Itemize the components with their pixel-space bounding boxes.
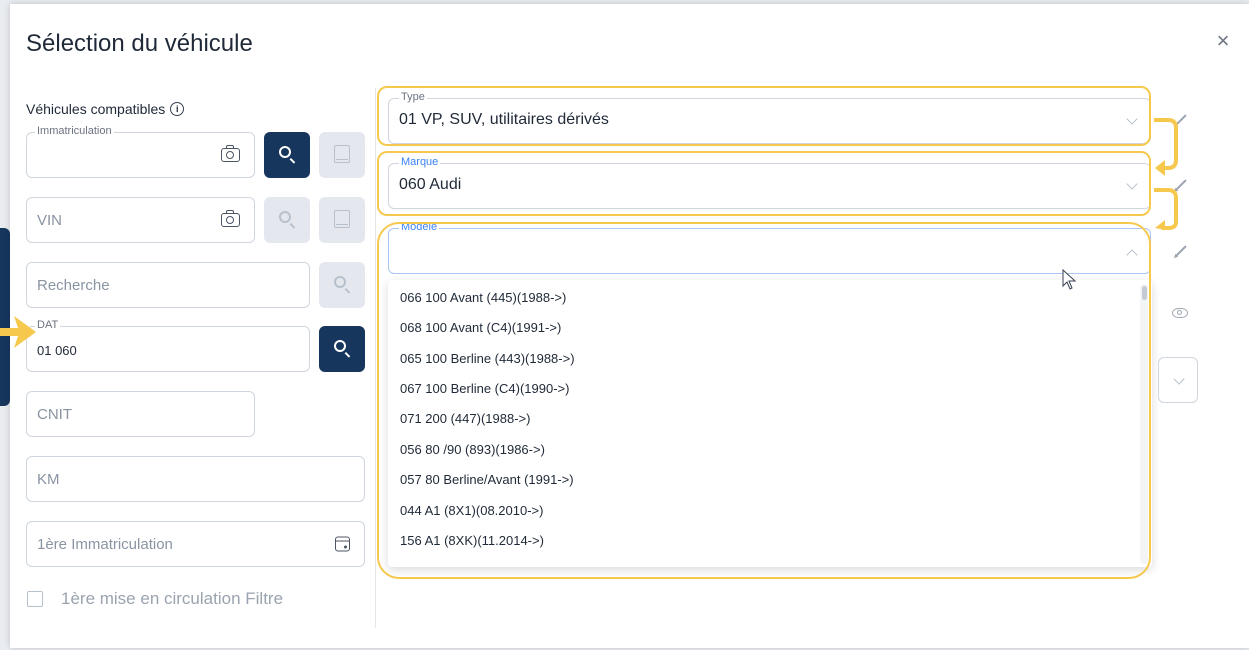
search-icon [279, 146, 291, 158]
tablet-icon [334, 145, 350, 163]
immatriculation-search-button[interactable] [264, 132, 310, 178]
compatible-vehicles-text: Véhicules compatibles [26, 101, 166, 117]
dropdown-option[interactable]: 067 100 Berline (C4)(1990->) [400, 381, 569, 396]
camera-icon[interactable] [221, 210, 240, 227]
chevron-up-icon [1126, 249, 1138, 261]
recherche-search-button[interactable] [319, 262, 365, 308]
type-select[interactable]: Type 01 VP, SUV, utilitaires dérivés [388, 91, 1151, 144]
dat-input[interactable]: DAT 01 060 [26, 319, 310, 372]
arrow-right-icon [0, 316, 36, 348]
search-icon [279, 211, 291, 223]
type-legend: Type [399, 91, 427, 103]
recherche-input[interactable]: Recherche [26, 262, 310, 308]
dropdown-option[interactable]: 071 200 (447)(1988->) [400, 411, 530, 426]
modal-title: Sélection du véhicule [26, 30, 253, 57]
vin-placeholder: VIN [37, 211, 63, 229]
eye-icon[interactable] [1172, 308, 1188, 318]
marque-value: 060 Audi [399, 176, 462, 193]
dropdown-scrollbar[interactable] [1140, 284, 1148, 564]
first-circulation-filter-checkbox[interactable] [27, 591, 43, 607]
modele-legend: Modèle [399, 221, 440, 233]
camera-icon[interactable] [221, 145, 240, 162]
search-icon [334, 276, 346, 288]
dropdown-option[interactable]: 065 100 Berline (443)(1988->) [400, 351, 575, 366]
dat-legend: DAT [35, 319, 61, 331]
dropdown-scrollbar-thumb[interactable] [1142, 286, 1147, 300]
first-circulation-filter-label: 1ère mise en circulation Filtre [61, 589, 284, 608]
chevron-down-icon [1126, 113, 1138, 125]
modele-dropdown-list[interactable]: 066 100 Avant (445)(1988->) 068 100 Avan… [388, 280, 1152, 567]
vin-device-button[interactable] [319, 197, 365, 243]
marque-select[interactable]: Marque 060 Audi [388, 156, 1151, 209]
dropdown-option[interactable]: 068 100 Avant (C4)(1991->) [400, 320, 561, 335]
first-registration-date-input[interactable]: 1ère Immatriculation [26, 521, 365, 567]
column-divider [375, 88, 376, 628]
first-registration-placeholder: 1ère Immatriculation [37, 535, 173, 553]
immatriculation-legend: Immatriculation [35, 125, 114, 137]
secondary-select[interactable] [1158, 357, 1198, 403]
chevron-down-icon [1173, 373, 1185, 385]
vin-input[interactable]: VIN [26, 197, 255, 243]
search-icon [334, 340, 346, 352]
dat-search-button[interactable] [319, 326, 365, 372]
vin-search-button[interactable] [264, 197, 310, 243]
modele-select[interactable]: Modèle [388, 221, 1151, 274]
info-icon[interactable]: i [170, 102, 185, 116]
km-input[interactable]: KM [26, 456, 365, 502]
calendar-icon[interactable] [335, 536, 350, 552]
tablet-icon [334, 210, 350, 228]
dropdown-option[interactable]: 156 A1 (8XK)(11.2014->) [400, 533, 544, 548]
dropdown-option[interactable]: 044 A1 (8X1)(08.2010->) [400, 503, 543, 518]
dat-value: 01 060 [37, 343, 77, 358]
recherche-placeholder: Recherche [37, 276, 110, 294]
chevron-down-icon [1126, 178, 1138, 190]
compatible-vehicles-label: Véhicules compatibles i [26, 101, 185, 117]
immatriculation-input[interactable]: Immatriculation [26, 125, 255, 178]
dropdown-option[interactable]: 056 80 /90 (893)(1986->) [400, 442, 545, 457]
mouse-cursor-icon [1062, 269, 1077, 290]
dropdown-option[interactable]: 066 100 Avant (445)(1988->) [400, 290, 566, 305]
cnit-input[interactable]: CNIT [26, 391, 255, 437]
km-placeholder: KM [37, 470, 60, 488]
immatriculation-device-button[interactable] [319, 132, 365, 178]
close-icon[interactable]: × [1212, 30, 1234, 52]
dropdown-option[interactable]: 057 80 Berline/Avant (1991->) [400, 472, 574, 487]
step-arrow-icon [1154, 118, 1178, 230]
type-value: 01 VP, SUV, utilitaires dérivés [399, 111, 609, 128]
cnit-placeholder: CNIT [37, 405, 72, 423]
marque-legend: Marque [399, 156, 441, 168]
